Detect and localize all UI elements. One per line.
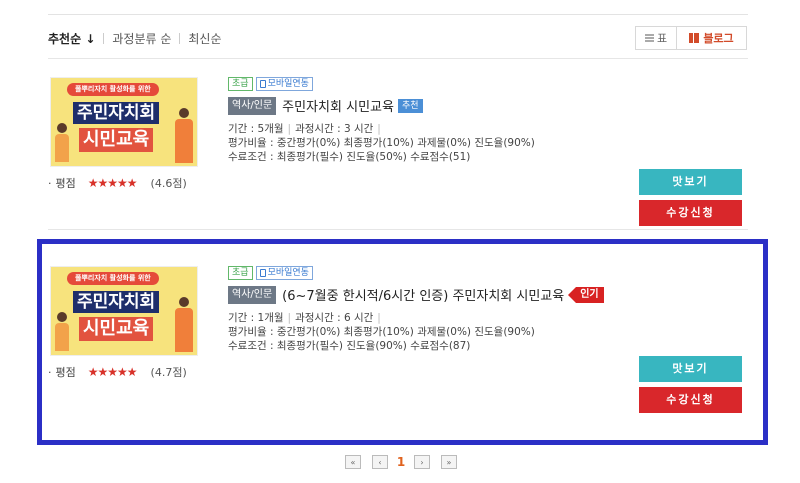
course-info: 초급 모바일연동 역사/인문 (6~7월중 한시적/6시간 인증) 주민자치회 …: [228, 266, 608, 353]
course-thumbnail[interactable]: 풀뿌리자치 활성화를 위한 주민자치회 시민교육: [50, 266, 198, 356]
thumbnail-title-line1: 주민자치회: [73, 102, 160, 124]
recommended-tag: 추천: [397, 98, 423, 113]
mobile-badge: 모바일연동: [255, 266, 313, 280]
category-label: 역사/인문: [228, 96, 277, 115]
thumbnail-title-line2: 시민교육: [79, 128, 154, 152]
enroll-button[interactable]: 수강신청: [639, 200, 742, 226]
next-page-icon[interactable]: ›: [414, 455, 430, 469]
rating-label: 평점: [55, 366, 76, 379]
top-divider: [48, 14, 748, 15]
person-illustration: [175, 297, 193, 353]
rating-score: (4.7점): [150, 366, 187, 379]
mobile-icon: [259, 269, 266, 277]
completion-conditions: 수료조건 : 최종평가(필수) 진도율(90%) 수료점수(87): [228, 340, 471, 352]
sort-separator: [179, 32, 181, 44]
divider: [48, 58, 748, 59]
completion-conditions: 수료조건 : 최종평가(필수) 진도율(50%) 수료점수(51): [228, 151, 471, 163]
bullet: ·: [48, 176, 52, 190]
bullet: ·: [48, 365, 52, 379]
pagination: « ‹ 1 › »: [345, 455, 457, 469]
rating-score: (4.6점): [150, 177, 187, 190]
category-label: 역사/인문: [228, 285, 277, 304]
sort-by-category[interactable]: 과정분류 순: [112, 30, 171, 47]
rating: · 평점 ★★★★★ (4.7점): [48, 364, 187, 380]
sort-latest[interactable]: 최신순: [188, 30, 221, 47]
course-title[interactable]: 주민자치회 시민교육: [282, 96, 394, 115]
prev-page-icon[interactable]: ‹: [372, 455, 388, 469]
preview-button[interactable]: 맛보기: [639, 356, 742, 382]
person-illustration: [175, 108, 193, 164]
person-illustration: [55, 312, 69, 352]
level-badge: 초급: [228, 77, 253, 91]
evaluation-ratio: 평가비율 : 중간평가(0%) 최종평가(10%) 과제물(0%) 진도율(90…: [228, 326, 535, 338]
thumbnail-title-line2: 시민교육: [79, 317, 154, 341]
sort-arrow-icon: ↓: [85, 31, 96, 46]
divider: [48, 229, 748, 230]
course-period-hours: 기간 : 5개월 | 과정시간 : 3 시간 |: [228, 123, 381, 135]
course-card: 풀뿌리자치 활성화를 위한 주민자치회 시민교육 · 평점 ★★★★★ (4.7…: [48, 266, 748, 416]
mobile-icon: [259, 80, 266, 88]
popular-tag: 인기: [568, 286, 604, 303]
sort-recommended[interactable]: 추천순 ↓: [48, 30, 95, 47]
list-icon: [644, 34, 654, 42]
preview-button[interactable]: 맛보기: [639, 169, 742, 195]
blog-icon: [689, 33, 700, 43]
rating: · 평점 ★★★★★ (4.6점): [48, 175, 187, 191]
enroll-button[interactable]: 수강신청: [639, 387, 742, 413]
thumbnail-subtitle: 풀뿌리자치 활성화를 위한: [67, 83, 159, 96]
table-view-button[interactable]: 표: [635, 26, 677, 50]
sort-separator: [103, 32, 105, 44]
mobile-badge: 모바일연동: [255, 77, 313, 91]
star-rating-icon: ★★★★★: [87, 365, 138, 379]
course-period-hours: 기간 : 1개월 | 과정시간 : 6 시간 |: [228, 312, 381, 324]
last-page-icon[interactable]: »: [441, 455, 457, 469]
blog-view-button[interactable]: 블로그: [677, 26, 747, 50]
rating-label: 평점: [55, 177, 76, 190]
course-info: 초급 모바일연동 역사/인문 주민자치회 시민교육 추천 기간 : 5개월 | 과정…: [228, 77, 608, 164]
star-rating-icon: ★★★★★: [87, 176, 138, 190]
course-card: 풀뿌리자치 활성화를 위한 주민자치회 시민교육 · 평점 ★★★★★ (4.6…: [48, 77, 748, 227]
thumbnail-subtitle: 풀뿌리자치 활성화를 위한: [67, 272, 159, 285]
course-thumbnail[interactable]: 풀뿌리자치 활성화를 위한 주민자치회 시민교육: [50, 77, 198, 167]
course-title[interactable]: (6~7월중 한시적/6시간 인증) 주민자치회 시민교육: [282, 285, 564, 304]
current-page[interactable]: 1: [392, 455, 410, 469]
level-badge: 초급: [228, 266, 253, 280]
sort-bar: 추천순 ↓ 과정분류 순 최신순: [48, 30, 222, 46]
evaluation-ratio: 평가비율 : 중간평가(0%) 최종평가(10%) 과제물(0%) 진도율(90…: [228, 137, 535, 149]
thumbnail-title-line1: 주민자치회: [73, 291, 160, 313]
first-page-icon[interactable]: «: [345, 455, 361, 469]
view-toggle: 표 블로그: [635, 26, 747, 50]
person-illustration: [55, 123, 69, 163]
